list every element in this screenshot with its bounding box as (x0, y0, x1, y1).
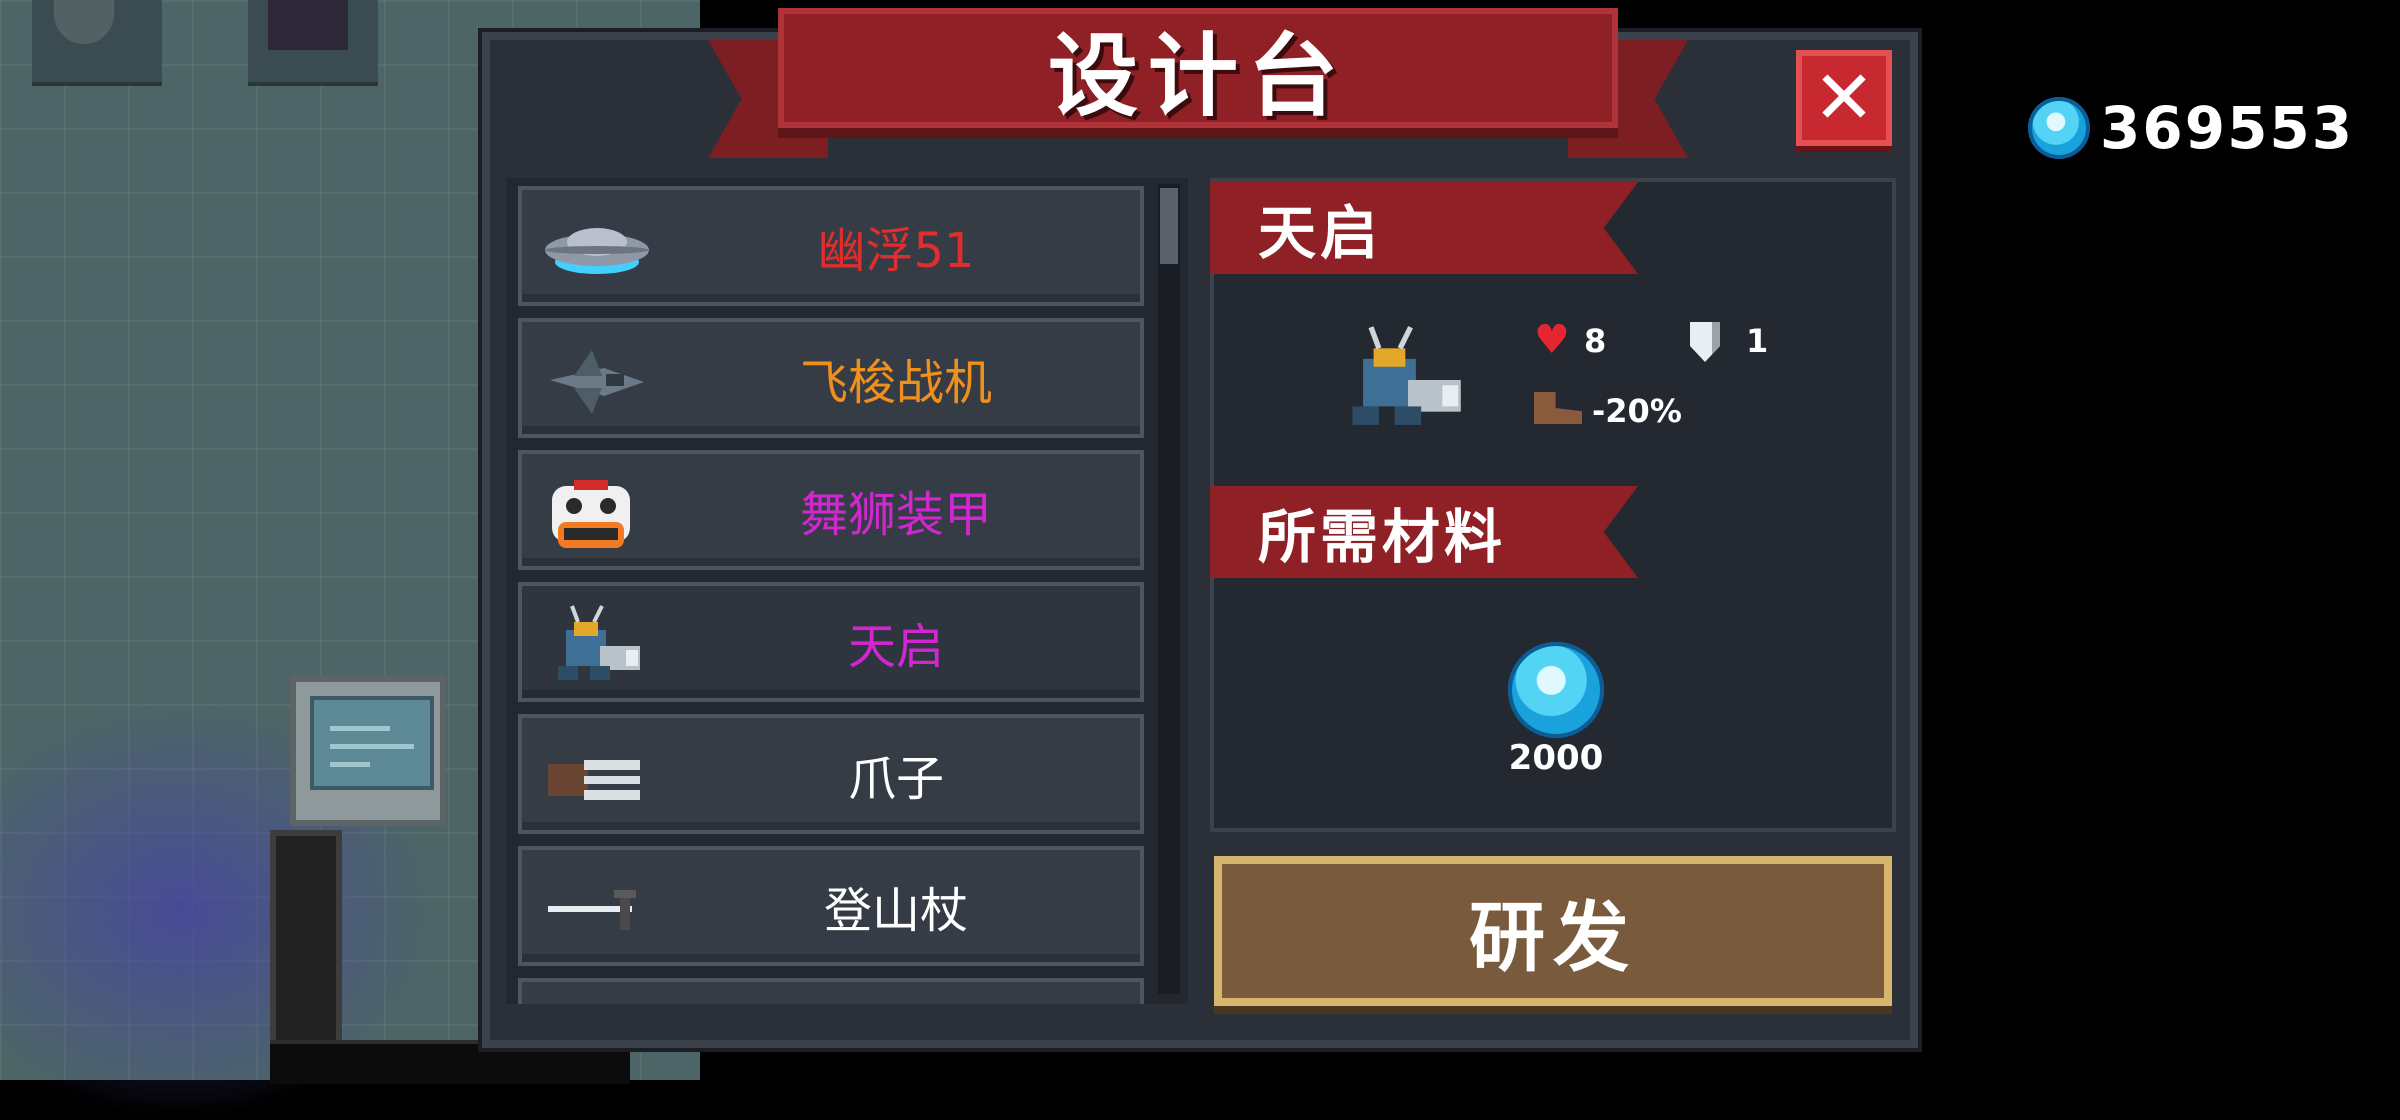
list-item[interactable]: 爪子 (518, 714, 1144, 834)
research-button-label: 研发 (1469, 893, 1637, 982)
lion-dance-mech-icon (544, 472, 650, 556)
list-item-label: 爪子 (847, 751, 944, 807)
shield-icon (1690, 322, 1720, 362)
materials-title: 所需材料 (1258, 503, 1507, 571)
close-button[interactable]: ✕ (1796, 50, 1892, 146)
list-item[interactable]: 舞狮装甲 (518, 450, 1144, 570)
list-item-label: 登山杖 (823, 883, 968, 939)
ufo-icon (544, 208, 650, 292)
gem-icon (2028, 97, 2090, 159)
scrollbar-thumb[interactable] (1160, 188, 1178, 264)
currency-amount: 369553 (2100, 94, 2355, 162)
heart-icon: ♥ (1534, 317, 1570, 363)
computer-terminal (290, 676, 446, 826)
currency-display: 369553 (2028, 94, 2355, 162)
gem-icon (1508, 642, 1604, 738)
fighter-jet-icon (544, 340, 650, 424)
health-value: 8 (1584, 322, 1607, 360)
item-preview-icon (1334, 320, 1474, 440)
stat-block: ♥ 8 1 -20% (1534, 317, 1814, 442)
climbing-stick-icon (544, 868, 650, 952)
materials-ribbon: 所需材料 (1210, 486, 1638, 578)
list-item-selected[interactable]: 天启 (518, 582, 1144, 702)
claw-icon (544, 736, 650, 820)
apocalypse-mech-icon (544, 604, 650, 688)
material-amount: 2000 (1508, 738, 1604, 778)
list-item-label: 飞梭战机 (799, 355, 992, 411)
list-item[interactable]: 飞梭战机 (518, 318, 1144, 438)
top-item-slot (248, 0, 378, 86)
list-item[interactable]: 登山杖 (518, 846, 1144, 966)
research-button[interactable]: 研发 (1214, 856, 1892, 1006)
speed-value: -20% (1592, 392, 1682, 430)
title-banner: 设计台 (708, 8, 1688, 158)
detail-panel: 天启 ♥ 8 1 -20% 所需材料 2000 (1210, 178, 1896, 832)
top-item-slot (32, 0, 162, 86)
item-name: 天启 (1258, 199, 1383, 267)
armor-value: 1 (1746, 322, 1769, 360)
blueprint-list[interactable]: 幽浮51 飞梭战机 舞狮装甲 天启 爪子 登山杖 (506, 178, 1188, 1004)
close-icon: ✕ (1812, 55, 1875, 141)
boot-icon (1534, 392, 1582, 424)
list-item-partial (518, 978, 1144, 1004)
list-item-label: 幽浮51 (817, 223, 975, 279)
list-item-label: 天启 (847, 619, 944, 675)
item-name-ribbon: 天启 (1210, 182, 1638, 274)
list-scrollbar[interactable] (1158, 184, 1180, 994)
panel-title: 设计台 (1048, 24, 1348, 129)
list-item-label: 舞狮装甲 (799, 487, 992, 543)
list-item[interactable]: 幽浮51 (518, 186, 1144, 306)
